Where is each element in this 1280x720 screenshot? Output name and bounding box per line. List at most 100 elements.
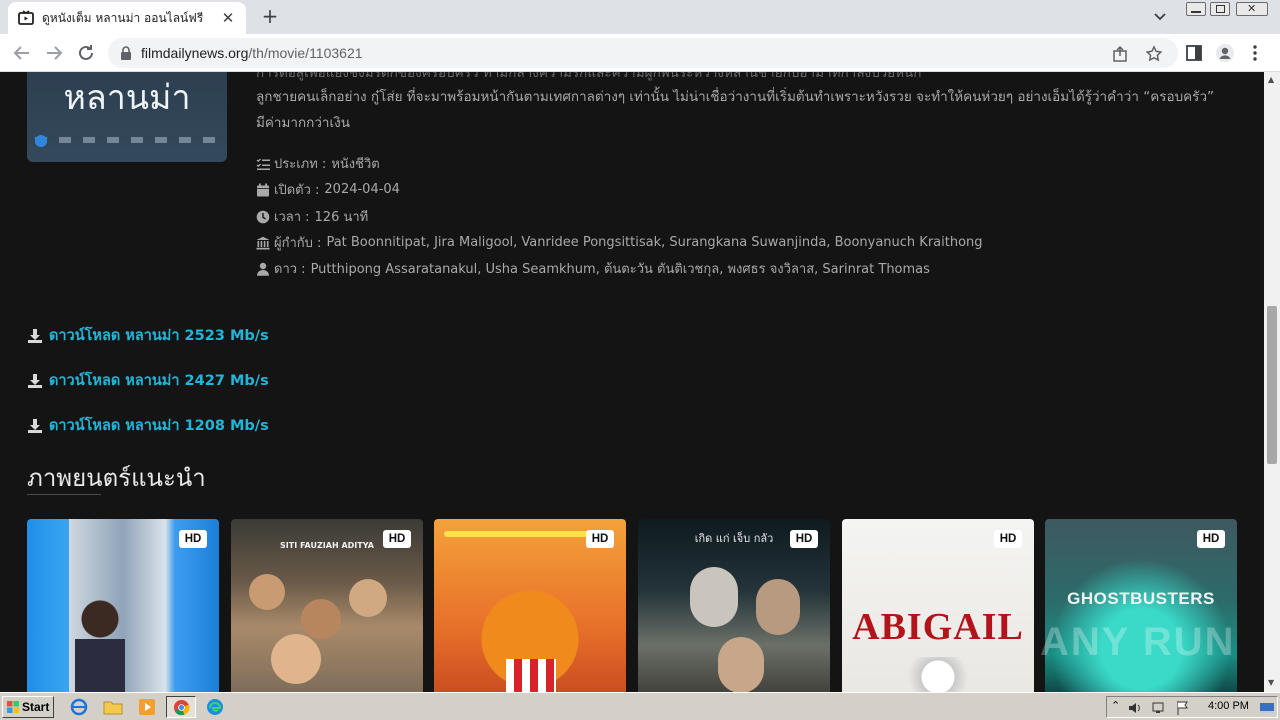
page-scrollbar[interactable]: ▲ ▼: [1264, 72, 1280, 692]
browser-toolbar: filmdailynews.org/th/movie/1103621: [0, 34, 1280, 72]
chevron-down-icon[interactable]: [1150, 8, 1170, 26]
restore-button[interactable]: [1210, 2, 1230, 16]
card-caption: ABIGAIL: [852, 606, 1024, 648]
movie-card[interactable]: HD: [27, 519, 219, 692]
card-figure: [75, 589, 125, 692]
poster-logo: [35, 135, 47, 147]
side-panel-icon[interactable]: [1184, 43, 1204, 63]
card-face: [301, 599, 341, 639]
download-link-label[interactable]: ดาวน์โหลด หลานม่า 2523 Mb/s: [49, 324, 269, 347]
meta-cast: ดาว : Putthipong Assaratanakul, Usha Sea…: [256, 258, 930, 279]
tray-expand-icon[interactable]: ⌃: [1111, 699, 1120, 712]
synopsis-line: ลูกชายคนเล็กอย่าง กู๋โส่ย ที่จะมาพร้อมหน…: [256, 89, 1215, 105]
back-icon[interactable]: [10, 41, 34, 65]
url-domain: filmdailynews.org: [141, 45, 249, 61]
download-icon: [28, 418, 42, 433]
genre-label: ประเภท :: [274, 157, 327, 172]
card-face: [249, 574, 285, 610]
chrome-icon: [173, 699, 190, 716]
card-figure: [908, 657, 968, 692]
movie-card[interactable]: GHOSTBUSTERS HD: [1045, 519, 1237, 692]
genre-link[interactable]: หนังชีวิต: [331, 153, 379, 174]
movie-card[interactable]: HD: [434, 519, 626, 692]
minimize-button[interactable]: [1186, 2, 1206, 16]
movie-card[interactable]: ABIGAIL HD: [842, 519, 1034, 692]
network-icon[interactable]: [1151, 700, 1167, 716]
scroll-up-icon[interactable]: ▲: [1268, 76, 1276, 84]
volume-icon[interactable]: [1127, 700, 1143, 716]
card-face: [756, 579, 800, 635]
download-icon: [28, 373, 42, 388]
start-label: Start: [22, 700, 50, 714]
download-link-label[interactable]: ดาวน์โหลด หลานม่า 2427 Mb/s: [49, 369, 269, 392]
show-desktop-icon[interactable]: [1259, 700, 1275, 716]
cast-label: ดาว :: [274, 262, 306, 277]
media-player-icon[interactable]: [136, 697, 158, 717]
recommended-heading: ภาพยนตร์แนะนำ: [27, 464, 206, 492]
hd-badge: HD: [994, 530, 1022, 548]
release-value: 2024-04-04: [324, 182, 400, 197]
chrome-taskbar-button[interactable]: [166, 696, 196, 718]
hd-badge: HD: [383, 530, 411, 548]
download-link[interactable]: ดาวน์โหลด หลานม่า 1208 Mb/s: [27, 414, 269, 437]
edge-icon[interactable]: [204, 697, 226, 717]
meta-director: ผู้กำกับ : Pat Boonnitipat, Jira Maligoo…: [256, 232, 983, 253]
user-icon: [257, 262, 269, 276]
internet-explorer-icon[interactable]: [68, 697, 90, 717]
system-tray: ⌃: [1106, 696, 1278, 718]
action-center-flag-icon[interactable]: [1175, 700, 1191, 716]
movie-card[interactable]: SITI FAUZIAH ADITYA HD: [231, 519, 423, 692]
start-button[interactable]: Start: [2, 696, 54, 718]
close-tab-icon[interactable]: ✕: [220, 10, 236, 26]
card-face: [349, 579, 387, 617]
poster-credits: [35, 137, 219, 143]
tab-strip: ดูหนังเต็ม หลานม่า ออนไลน์ฟรี ✕ + ✕: [0, 0, 1280, 34]
folder-icon[interactable]: [102, 697, 124, 717]
tab-title: ดูหนังเต็ม หลานม่า ออนไลน์ฟรี: [42, 10, 204, 25]
director-value: Pat Boonnitipat, Jira Maligool, Vanridee…: [326, 235, 983, 250]
download-link[interactable]: ดาวน์โหลด หลานม่า 2427 Mb/s: [27, 369, 269, 392]
kebab-menu-icon[interactable]: [1245, 43, 1265, 63]
calendar-icon: [257, 183, 269, 196]
url-text[interactable]: filmdailynews.org/th/movie/1103621: [141, 45, 363, 61]
card-caption: GHOSTBUSTERS: [1067, 589, 1215, 608]
director-label: ผู้กำกับ :: [274, 236, 322, 251]
download-link[interactable]: ดาวน์โหลด หลานม่า 2523 Mb/s: [27, 324, 269, 347]
hd-badge: HD: [1197, 530, 1225, 548]
card-tagline: [444, 531, 594, 537]
profile-avatar-icon[interactable]: [1215, 43, 1235, 63]
runtime-label: เวลา :: [274, 210, 310, 225]
windows-logo-icon: [7, 701, 19, 713]
card-face: [271, 634, 321, 684]
card-face: [718, 637, 764, 692]
list-check-icon: [256, 158, 270, 170]
meta-genre: ประเภท : หนังชีวิต: [256, 153, 380, 174]
tv-icon: [18, 10, 34, 25]
card-face: [690, 567, 738, 627]
url-path: /th/movie/1103621: [248, 45, 363, 61]
scrollbar-thumb[interactable]: [1267, 306, 1277, 464]
movie-poster: หลานม่า: [27, 72, 227, 162]
hd-badge: HD: [586, 530, 614, 548]
taskbar: Start ⌃ 4:00 PM: [0, 692, 1280, 720]
release-label: เปิดตัว :: [274, 183, 320, 198]
forward-icon[interactable]: [42, 41, 66, 65]
new-tab-button[interactable]: +: [258, 5, 282, 29]
anyrun-watermark: ANY RUN: [1040, 620, 1236, 664]
lock-icon[interactable]: [120, 46, 132, 60]
share-icon[interactable]: [1112, 45, 1130, 63]
download-link-label[interactable]: ดาวน์โหลด หลานม่า 1208 Mb/s: [49, 414, 269, 437]
address-bar[interactable]: filmdailynews.org/th/movie/1103621: [108, 38, 1178, 68]
scroll-down-icon[interactable]: ▼: [1268, 679, 1276, 687]
cast-value: Putthipong Assaratanakul, Usha Seamkhum,…: [310, 262, 930, 277]
movie-card[interactable]: เกิด แก่ เจ็บ กลัว HD: [638, 519, 830, 692]
browser-tab[interactable]: ดูหนังเต็ม หลานม่า ออนไลน์ฟรี ✕: [8, 2, 246, 34]
close-window-button[interactable]: ✕: [1236, 2, 1268, 16]
university-icon: [256, 236, 270, 249]
bookmark-star-icon[interactable]: [1145, 45, 1163, 63]
popcorn-bucket: [506, 659, 556, 692]
reload-icon[interactable]: [74, 41, 98, 65]
page-viewport: หลานม่า การต่อสู้เพื่อแย่งชิงมรดกของครอบ…: [0, 72, 1264, 692]
taskbar-clock: 4:00 PM: [1208, 700, 1249, 712]
runtime-value: 126 นาที: [314, 210, 369, 225]
